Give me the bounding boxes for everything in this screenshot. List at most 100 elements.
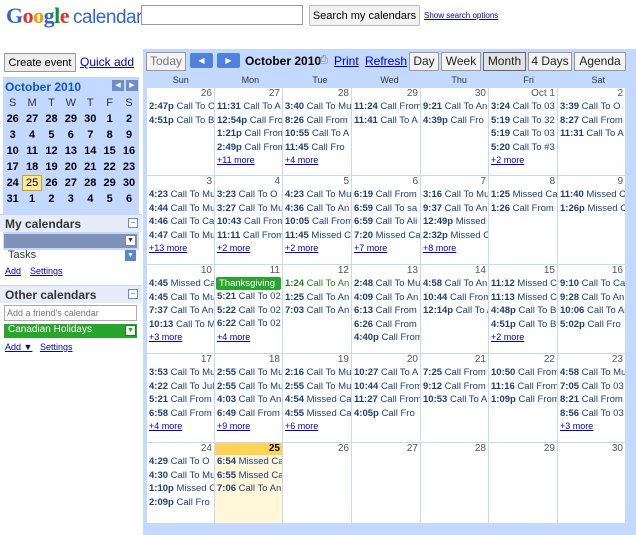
mini-day[interactable]: 16 [119,143,138,159]
day-cell[interactable]: 3 4:23 Call To Mu 4:44 Call To Mu 4:46 Call… [147,176,214,264]
mini-day[interactable]: 5 [100,191,119,207]
day-number[interactable]: 16 [558,265,625,277]
calendar-event[interactable]: 4:58 Call To Mu [558,366,625,380]
calendar-event[interactable]: 4:54 Missed Ca [283,393,351,407]
collapse-icon[interactable]: − [128,218,138,228]
calendar-event[interactable]: 8:27 Call From [558,114,625,128]
more-events-link[interactable]: +11 more [215,154,282,167]
day-number[interactable]: 30 [558,443,625,455]
calendar-event[interactable]: 4:29 Call To O [147,455,214,469]
day-number[interactable]: 17 [147,354,214,366]
mini-day[interactable]: 24 [3,175,22,191]
calendar-event[interactable]: 4:46 Call To Ca [147,215,214,229]
day-number[interactable]: 13 [352,265,420,277]
mini-day[interactable]: 27 [22,111,41,127]
more-events-link[interactable]: +7 more [352,242,420,255]
day-number[interactable]: 9 [558,176,625,188]
day-cell[interactable]: 10 4:45 Missed Ca 4:45 Call To Mu 7:37 Call… [147,265,214,353]
day-cell[interactable]: 4 3:23 Call To O 3:27 Call To Mu 10:43 Call… [215,176,282,264]
calendar-event[interactable]: 4:23 Call To Mu [283,188,351,202]
day-number[interactable]: 6 [352,176,420,188]
day-cell[interactable]: 7 3:16 Call To Mu 9:37 Call To An 12:49p Mi… [421,176,488,264]
calendar-event[interactable]: 4:22 Call To Jul [147,380,214,394]
view-day-button[interactable]: Day [409,52,439,71]
day-cell[interactable]: 8 1:25 Missed Ca 1:26 Call From [489,176,557,264]
day-number[interactable]: 30 [421,88,488,100]
more-events-link[interactable]: +4 more [283,154,351,167]
calendar-event[interactable]: 12:49p Missed C [421,215,488,229]
calendar-event[interactable]: 11:45 Missed Ca [283,229,351,243]
calendar-event[interactable]: 5:19 Call To 32 [489,114,557,128]
calendar-event[interactable]: 4:36 Call To An [283,202,351,216]
calendar-event[interactable]: 6:49 Call From [215,407,282,421]
calendar-event[interactable]: 6:19 Call From [352,188,420,202]
calendar-event[interactable]: 1:25 Missed Ca [489,188,557,202]
mini-day[interactable]: 28 [81,175,100,191]
quick-add-link[interactable]: Quick add [80,55,134,69]
day-number[interactable]: Oct 1 [489,88,557,100]
calendar-event[interactable]: 11:27 Call From [352,393,420,407]
calendar-event[interactable]: 10:44 Call From [421,291,488,305]
more-events-link[interactable]: +2 more [283,242,351,255]
day-cell[interactable]: 27 11:31 Call To A 12:54p Call Fro 1:21p Ca… [215,88,282,175]
calendar-event[interactable]: 11:11 Call From [215,229,282,243]
more-events-link[interactable]: +3 more [147,331,214,344]
day-cell[interactable]: 23 4:58 Call To Mu 7:05 Call To 03 8:21 Cal… [558,354,625,442]
other-calendars-header[interactable]: Other calendars − [0,285,142,303]
day-cell[interactable]: 6 6:19 Call From 6:59 Call To sa 6:59 Call … [352,176,420,264]
calendar-event[interactable]: 4:23 Call To Mu [147,188,214,202]
mini-day[interactable]: 18 [22,159,41,175]
my-calendar-item[interactable]: ▼ [4,234,137,248]
mini-day[interactable]: 3 [61,191,80,207]
more-events-link[interactable]: +8 more [421,242,488,255]
calendar-event[interactable]: 10:13 Call To Mi [147,318,214,332]
day-number[interactable]: 28 [283,88,351,100]
day-cell[interactable]: 16 9:10 Call To Ca 9:28 Call To An 10:06 Ca… [558,265,625,353]
mini-day[interactable]: 15 [100,143,119,159]
calendar-event[interactable]: 11:31 Call To A [558,127,625,141]
calendar-event[interactable]: 4:39p Call Fro [421,114,488,128]
day-cell[interactable]: 2 3:39 Call To O 8:27 Call From 11:31 Call … [558,88,625,175]
day-number[interactable]: 14 [421,265,488,277]
mini-day[interactable]: 12 [42,143,61,159]
calendar-event[interactable]: 3:16 Call To Mu [421,188,488,202]
day-cell[interactable]: 18 2:55 Call To Mu 2:55 Call To Mu 4:03 Cal… [215,354,282,442]
calendar-event[interactable]: 4:48p Call To B [489,304,557,318]
calendar-event[interactable]: 6:13 Call From [352,304,420,318]
day-cell[interactable]: 24 4:29 Call To O 4:30 Call To Mu 1:10p Mis… [147,443,214,523]
day-cell[interactable]: 29 11:24 Call From 11:41 Call To A [352,88,420,175]
calendar-event[interactable]: 11:13 Missed C [489,291,557,305]
calendar-event[interactable]: 7:05 Call To 03 [558,380,625,394]
calendar-event[interactable]: 6:59 Call To sa [352,202,420,216]
calendar-event[interactable]: 5:20 Call To #3 [489,141,557,155]
mini-day[interactable]: 29 [61,111,80,127]
mini-day[interactable]: 27 [61,175,80,191]
more-events-link[interactable]: +2 more [489,331,557,344]
calendar-event[interactable]: 5:22 Call To 02 [215,304,282,318]
calendar-event[interactable]: 12:14p Call To A [421,304,488,318]
more-events-link[interactable]: +9 more [215,420,282,433]
calendar-event[interactable]: 2:47p Call To O [147,100,214,114]
day-number[interactable]: 22 [489,354,557,366]
calendar-event[interactable]: 3:27 Call To Mu [215,202,282,216]
day-number[interactable]: 5 [283,176,351,188]
calendar-event[interactable]: 9:37 Call To An [421,202,488,216]
calendar-event[interactable]: 2:55 Call To Mu [283,380,351,394]
day-number[interactable]: 4 [215,176,282,188]
calendar-event[interactable]: 10:27 Call To A [352,366,420,380]
mini-day[interactable]: 17 [3,159,22,175]
day-cell[interactable]: 26 2:47p Call To O 4:51p Call To B [147,88,214,175]
calendar-event[interactable]: 2:55 Call To Mu [215,380,282,394]
view-4days-button[interactable]: 4 Days [528,52,572,71]
calendar-event[interactable]: 6:26 Call From [352,318,420,332]
mini-day[interactable]: 14 [81,143,100,159]
calendar-event[interactable]: 2:49p Call From [215,141,282,155]
calendar-event[interactable]: 9:10 Call To Ca [558,277,625,291]
mini-day[interactable]: 28 [42,111,61,127]
more-events-link[interactable]: +2 more [215,242,282,255]
mini-day[interactable]: 22 [100,159,119,175]
day-cell[interactable]: 25 6:54 Missed Ca 6:55 Missed Ca 7:06 Call … [215,443,282,523]
mini-day[interactable]: 30 [119,175,138,191]
chevron-down-icon[interactable]: ▼ [125,250,136,261]
day-cell[interactable]: 9 11:40 Missed C 1:26p Missed C [558,176,625,264]
